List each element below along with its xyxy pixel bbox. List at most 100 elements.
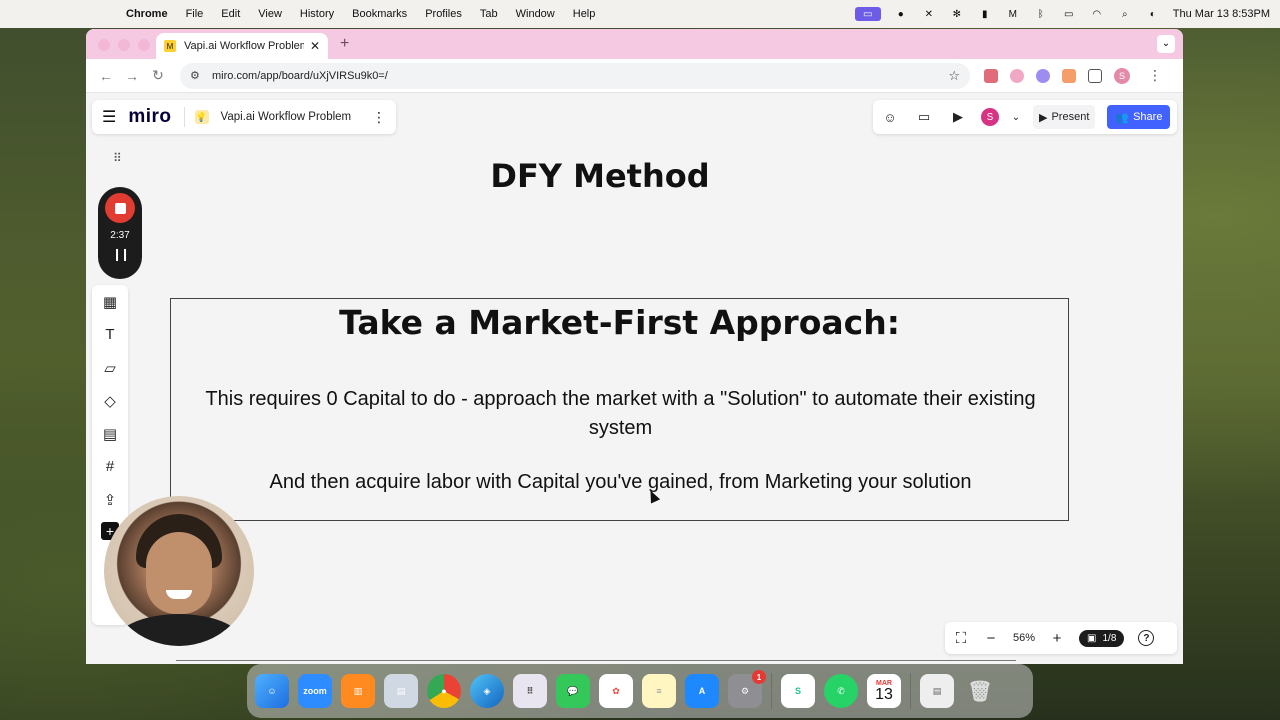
battery-icon[interactable]: ▭ (1061, 7, 1077, 21)
control-center-icon[interactable]: ◐ (1145, 7, 1161, 21)
upload-icon[interactable]: ⇪ (100, 489, 120, 510)
url-text[interactable]: miro.com/app/board/uXjVIRSu9k0=/ (212, 70, 948, 82)
browser-menu-icon[interactable]: ⋮ (1148, 67, 1162, 84)
settings-badge: 1 (752, 670, 766, 684)
zoom-in-icon[interactable]: + (1049, 630, 1065, 647)
card-title[interactable]: Take a Market-First Approach: (171, 303, 1068, 342)
extension-orange-icon[interactable] (1062, 68, 1076, 83)
surfshark-icon[interactable]: S (781, 674, 815, 708)
menu-tab[interactable]: Tab (480, 8, 498, 20)
menu-file[interactable]: File (186, 8, 204, 20)
tab-close-icon[interactable]: ✕ (310, 39, 320, 53)
share-button[interactable]: 👥 Share (1107, 105, 1171, 129)
system-settings-icon[interactable]: ⚙ 1 (728, 670, 766, 708)
board-title[interactable]: Vapi.ai Workflow Problem (221, 111, 372, 123)
shapes-icon[interactable]: ◇ (100, 390, 120, 411)
launchpad-icon[interactable]: ⠿ (513, 674, 547, 708)
zoom-status-icon[interactable]: ● (893, 7, 909, 21)
maximize-window-icon[interactable] (138, 39, 150, 51)
dfy-heading[interactable]: DFY Method (86, 157, 1114, 195)
zoom-level[interactable]: 56% (1013, 632, 1035, 644)
forward-icon[interactable]: → (120, 64, 144, 88)
bookmark-star-icon[interactable]: ☆ (948, 68, 960, 84)
text-tool-icon[interactable]: T (100, 324, 120, 345)
pause-icon[interactable]: ❙❙ (112, 247, 130, 261)
extensions-area: S ⋮ (984, 67, 1162, 84)
templates-icon[interactable]: ▦ (100, 291, 120, 312)
miro-logo[interactable]: miro (128, 106, 171, 128)
zoom-app-icon[interactable]: zoom (298, 674, 332, 708)
present-button[interactable]: ▶ Present (1033, 105, 1096, 129)
bluetooth-icon[interactable]: ᛒ (1033, 7, 1049, 21)
apple-icon[interactable] (100, 7, 114, 21)
screen-record-icon[interactable]: ▭ (854, 7, 881, 21)
webcam-face (146, 532, 212, 614)
downloads-stack-icon[interactable]: ▤ (920, 674, 954, 708)
card-paragraph-2[interactable]: And then acquire labor with Capital you'… (191, 471, 1050, 494)
reload-icon[interactable]: ↻ (146, 64, 170, 88)
books-icon[interactable]: ▥ (341, 674, 375, 708)
comment-icon[interactable]: ▤ (100, 423, 120, 444)
site-settings-icon[interactable]: ⚙ (190, 69, 204, 82)
messages-icon[interactable]: 💬 (556, 674, 590, 708)
tab-vapi-workflow[interactable]: M Vapi.ai Workflow Problem - M ✕ (156, 33, 328, 59)
new-tab-icon[interactable]: + (340, 35, 349, 53)
menu-view[interactable]: View (258, 8, 282, 20)
help-icon[interactable]: ? (1138, 630, 1155, 646)
photos-icon[interactable]: ✿ (599, 674, 633, 708)
menu-edit[interactable]: Edit (221, 8, 240, 20)
trash-icon[interactable]: 🗑 (963, 674, 997, 708)
notes-icon[interactable]: ≡ (642, 674, 676, 708)
calendar-icon[interactable]: MAR 13 (867, 674, 901, 708)
safari-icon[interactable]: ◈ (470, 674, 504, 708)
webcam-bubble[interactable] (104, 496, 254, 646)
zoom-out-icon[interactable]: − (983, 630, 999, 647)
main-menu-icon[interactable]: ☰ (102, 107, 116, 127)
finder-icon[interactable]: ☺ (255, 674, 289, 708)
frames-button[interactable]: ▣ 1/8 (1079, 629, 1125, 647)
menu-window[interactable]: Window (516, 8, 555, 20)
preview-icon[interactable]: ▤ (384, 674, 418, 708)
extension-red-icon[interactable] (984, 68, 998, 83)
extension-play-icon[interactable] (1010, 68, 1024, 83)
chrome-icon[interactable]: ● (427, 674, 461, 708)
user-avatar[interactable]: S (981, 108, 999, 126)
close-window-icon[interactable] (98, 39, 110, 51)
market-first-frame[interactable]: Take a Market-First Approach: This requi… (170, 298, 1069, 521)
fit-to-screen-icon[interactable]: ⛶ (953, 630, 969, 647)
board-more-icon[interactable]: ⋮ (372, 109, 386, 126)
activity-icon[interactable]: ▭ (913, 106, 935, 128)
app-store-icon[interactable]: A (685, 674, 719, 708)
frame-tool-icon[interactable]: # (100, 456, 120, 477)
users-icon: 👥 (1115, 111, 1130, 124)
stop-recording-button[interactable] (105, 193, 135, 223)
sticky-note-icon[interactable]: ▱ (100, 357, 120, 378)
menu-profiles[interactable]: Profiles (425, 8, 462, 20)
menu-history[interactable]: History (300, 8, 334, 20)
video-call-icon[interactable]: ▶ (947, 106, 969, 128)
tab-search-chevron-icon[interactable]: ⌄ (1157, 35, 1175, 53)
profile-avatar[interactable]: S (1114, 67, 1130, 84)
address-bar[interactable]: ⚙ miro.com/app/board/uXjVIRSu9k0=/ ☆ (180, 62, 970, 89)
search-icon[interactable]: ⌕ (1117, 7, 1133, 21)
card-paragraph-1[interactable]: This requires 0 Capital to do - approach… (191, 385, 1050, 443)
reactions-icon[interactable]: ☺ (879, 106, 901, 128)
extensions-puzzle-icon[interactable] (1088, 68, 1102, 83)
gear-status-icon[interactable]: ✻ (949, 7, 965, 21)
extension-gear-icon[interactable] (1036, 68, 1050, 83)
wifi-icon[interactable]: ◠ (1089, 7, 1105, 21)
clipboard-status-icon[interactable]: ▮ (977, 7, 993, 21)
chevron-down-icon[interactable]: ⌄ (1011, 106, 1021, 128)
m-status-icon[interactable]: M (1005, 7, 1021, 21)
minimize-window-icon[interactable] (118, 39, 130, 51)
calendar-day: 13 (875, 685, 893, 703)
tool-status-icon[interactable]: ✕ (921, 7, 937, 21)
menu-app-chrome[interactable]: Chrome (126, 8, 168, 20)
whatsapp-icon[interactable]: ✆ (824, 674, 858, 708)
dock-separator-2 (910, 673, 911, 709)
back-icon[interactable]: ← (94, 64, 118, 88)
menu-bookmarks[interactable]: Bookmarks (352, 8, 407, 20)
menu-help[interactable]: Help (573, 8, 596, 20)
board-lightbulb-icon: 💡 (194, 110, 209, 124)
menubar-datetime[interactable]: Thu Mar 13 8:53PM (1173, 8, 1270, 20)
